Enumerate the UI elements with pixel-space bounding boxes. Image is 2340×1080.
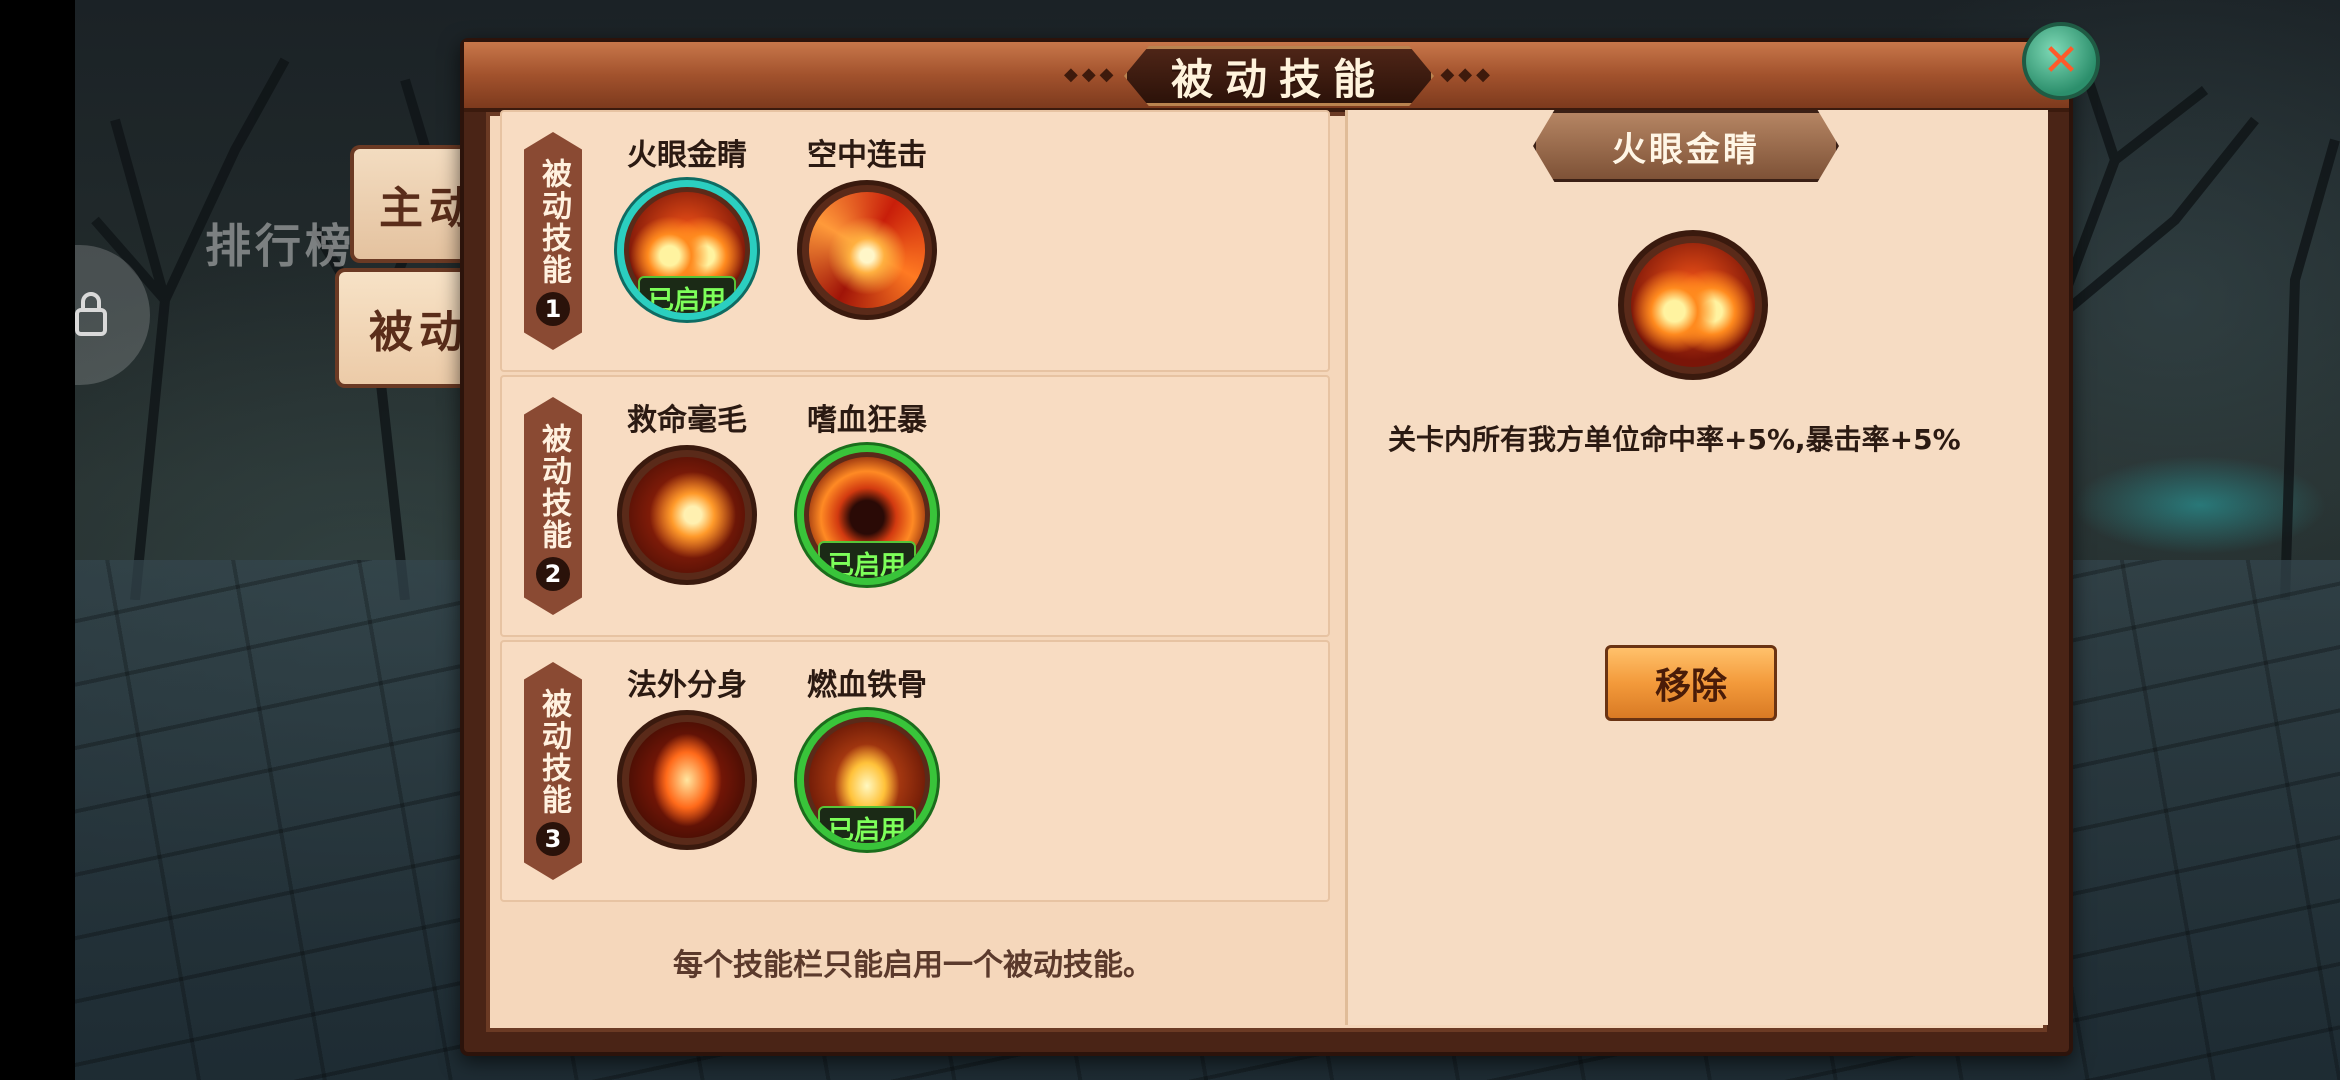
- clone-icon[interactable]: [617, 710, 757, 850]
- fire-eyes-icon[interactable]: 已启用: [617, 180, 757, 320]
- close-button[interactable]: ✕: [2022, 22, 2100, 100]
- skill-bloodlust[interactable]: 嗜血狂暴 已启用: [782, 377, 952, 607]
- slot-label-1: 被动技能 1: [524, 132, 582, 350]
- skill-name: 救命毫毛: [627, 403, 747, 438]
- skill-air-combo[interactable]: 空中连击: [782, 112, 952, 342]
- air-combo-icon[interactable]: [797, 180, 937, 320]
- remove-button-label: 移除: [1654, 666, 1727, 707]
- skill-detail-pane: 火眼金睛 关卡内所有我方单位命中率+5%,暴击率+5% 移除: [1345, 110, 2048, 1025]
- slot-label-2: 被动技能 2: [524, 397, 582, 615]
- skill-name: 燃血铁骨: [807, 668, 927, 703]
- detail-skill-name: 火眼金睛: [1612, 129, 1760, 170]
- slot-label-text: 被动技能: [536, 688, 571, 816]
- skill-slot-3: 被动技能 3 法外分身 燃血铁骨 已启用: [500, 640, 1330, 902]
- background-leaderboard-text: 排行榜: [205, 219, 355, 273]
- remove-button[interactable]: 移除: [1605, 645, 1777, 721]
- tab-passive-skills-label: 被动: [369, 307, 469, 358]
- skill-iron-bone[interactable]: 燃血铁骨 已启用: [782, 642, 952, 872]
- slot-label-3: 被动技能 3: [524, 662, 582, 880]
- life-hair-icon[interactable]: [617, 445, 757, 585]
- enabled-badge: 已启用: [817, 541, 917, 578]
- skill-slot-list: 被动技能 1 火眼金睛 已启用 空中连击 被动技能 2 救命毫毛 嗜血狂暴 已启…: [500, 110, 1330, 1025]
- lock-icon: [75, 292, 107, 336]
- slot-number: 2: [536, 557, 570, 591]
- page-title: 被动技能: [1170, 54, 1387, 104]
- fire-eyes-icon: [1618, 230, 1768, 380]
- skill-name: 法外分身: [627, 668, 747, 703]
- skill-slot-1: 被动技能 1 火眼金睛 已启用 空中连击: [500, 110, 1330, 372]
- detail-title-plate: 火眼金睛: [1533, 110, 1839, 182]
- panel-title-plate: ◆◆◆ 被动技能 ◆◆◆: [1064, 36, 1490, 116]
- slot-rule-tip: 每个技能栏只能启用一个被动技能。: [673, 948, 1153, 983]
- close-icon: ✕: [2042, 35, 2080, 86]
- enabled-badge: 已启用: [637, 276, 737, 313]
- slot-number: 3: [536, 822, 570, 856]
- skill-name: 火眼金睛: [627, 138, 747, 173]
- title-left-ornament: ◆◆◆: [1064, 64, 1118, 85]
- left-black-bar: [0, 0, 75, 1080]
- slot-number: 1: [536, 292, 570, 326]
- enabled-badge: 已启用: [817, 806, 917, 843]
- skill-description: 关卡内所有我方单位命中率+5%,暴击率+5%: [1388, 423, 1961, 456]
- skill-fire-eyes[interactable]: 火眼金睛 已启用: [602, 112, 772, 342]
- skill-name: 嗜血狂暴: [807, 403, 927, 438]
- skill-life-hair[interactable]: 救命毫毛: [602, 377, 772, 607]
- skill-slot-2: 被动技能 2 救命毫毛 嗜血狂暴 已启用: [500, 375, 1330, 637]
- slot-label-text: 被动技能: [536, 158, 571, 286]
- title-right-ornament: ◆◆◆: [1440, 64, 1494, 85]
- iron-bone-icon[interactable]: 已启用: [797, 710, 937, 850]
- bloodlust-icon[interactable]: 已启用: [797, 445, 937, 585]
- slot-label-text: 被动技能: [536, 423, 571, 551]
- skill-clone[interactable]: 法外分身: [602, 642, 772, 872]
- skill-name: 空中连击: [807, 138, 927, 173]
